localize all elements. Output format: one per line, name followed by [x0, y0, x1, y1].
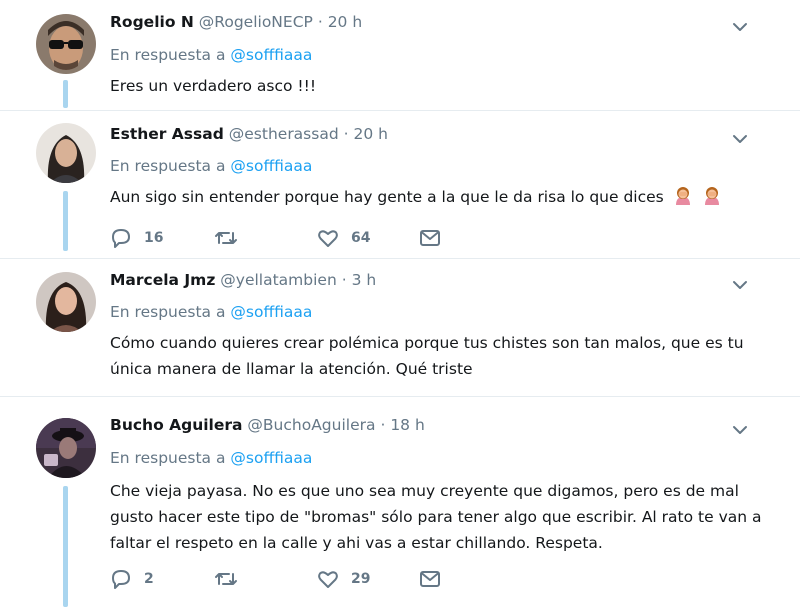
- retweet-action[interactable]: [214, 567, 238, 591]
- tweet-rogelio[interactable]: Rogelio N @RogelioNECP · 20 h En respues…: [0, 0, 800, 110]
- tweet-header: Marcela Jmz @yellatambien · 3 h: [110, 269, 376, 291]
- reply-context: En respuesta a @sofffiaaa: [110, 447, 312, 469]
- separator-dot: ·: [341, 271, 347, 289]
- avatar[interactable]: [36, 272, 96, 332]
- retweet-action[interactable]: [214, 226, 238, 250]
- like-action[interactable]: 64: [317, 226, 370, 250]
- avatar[interactable]: [36, 123, 96, 183]
- tweet-header: Bucho Aguilera @BuchoAguilera · 18 h: [110, 414, 425, 436]
- reply-prefix: En respuesta a: [110, 449, 226, 467]
- separator-dot: ·: [317, 13, 323, 31]
- display-name[interactable]: Esther Assad: [110, 125, 224, 143]
- reply-action[interactable]: 2: [110, 567, 154, 591]
- tweet-text-row: Aun sigo sin entender porque hay gente a…: [110, 184, 770, 210]
- reply-mention-link[interactable]: @sofffiaaa: [230, 303, 312, 321]
- envelope-icon[interactable]: [419, 568, 441, 590]
- reply-timeline: Rogelio N @RogelioNECP · 20 h En respues…: [0, 0, 800, 607]
- reply-context: En respuesta a @sofffiaaa: [110, 44, 312, 66]
- tweet-text: Cómo cuando quieres crear polémica porqu…: [110, 334, 744, 378]
- timestamp[interactable]: 18 h: [390, 416, 424, 434]
- reply-prefix: En respuesta a: [110, 303, 226, 321]
- reply-mention-link[interactable]: @sofffiaaa: [230, 449, 312, 467]
- timestamp[interactable]: 20 h: [354, 125, 388, 143]
- separator-dot: ·: [380, 416, 386, 434]
- reply-count: 16: [144, 230, 164, 246]
- chevron-down-icon[interactable]: [730, 20, 750, 34]
- woman-facepalming-emoji: [675, 187, 690, 205]
- avatar-marcela-image: [36, 272, 96, 332]
- reply-prefix: En respuesta a: [110, 46, 226, 64]
- thread-line: [63, 80, 68, 108]
- heart-icon[interactable]: [317, 227, 339, 249]
- avatar-rogelio-image: [36, 14, 96, 74]
- reply-context: En respuesta a @sofffiaaa: [110, 301, 312, 323]
- avatar-esther-image: [36, 123, 96, 183]
- display-name[interactable]: Rogelio N: [110, 13, 194, 31]
- reply-prefix: En respuesta a: [110, 157, 226, 175]
- tweet-esther[interactable]: Esther Assad @estherassad · 20 h En resp…: [0, 110, 800, 259]
- user-handle[interactable]: @estherassad: [229, 125, 339, 143]
- avatar[interactable]: [36, 418, 96, 478]
- display-name[interactable]: Bucho Aguilera: [110, 416, 242, 434]
- woman-facepalming-emoji: [704, 187, 719, 205]
- avatar[interactable]: [36, 14, 96, 74]
- message-action[interactable]: [419, 226, 441, 250]
- chevron-down-icon[interactable]: [730, 423, 750, 437]
- tweet-marcela[interactable]: Marcela Jmz @yellatambien · 3 h En respu…: [0, 258, 800, 397]
- tweet-text: Che vieja payasa. No es que uno sea muy …: [110, 482, 762, 552]
- heart-icon[interactable]: [317, 568, 339, 590]
- user-handle[interactable]: @RogelioNECP: [199, 13, 313, 31]
- user-handle[interactable]: @yellatambien: [220, 271, 337, 289]
- retweet-icon[interactable]: [214, 568, 238, 590]
- reply-action[interactable]: 16: [110, 226, 163, 250]
- thread-line: [63, 191, 68, 251]
- tweet-text: Eres un verdadero asco !!!: [110, 77, 317, 95]
- like-count: 64: [351, 230, 371, 246]
- like-action[interactable]: 29: [317, 567, 370, 591]
- tweet-header: Esther Assad @estherassad · 20 h: [110, 123, 388, 145]
- separator-dot: ·: [343, 125, 349, 143]
- like-count: 29: [351, 571, 371, 587]
- timestamp[interactable]: 3 h: [352, 271, 377, 289]
- message-action[interactable]: [419, 567, 441, 591]
- tweet-bucho[interactable]: Bucho Aguilera @BuchoAguilera · 18 h En …: [0, 396, 800, 607]
- thread-line: [63, 486, 68, 607]
- reply-mention-link[interactable]: @sofffiaaa: [230, 46, 312, 64]
- retweet-icon[interactable]: [214, 227, 238, 249]
- avatar-bucho-image: [36, 418, 96, 478]
- envelope-icon[interactable]: [419, 227, 441, 249]
- timestamp[interactable]: 20 h: [328, 13, 362, 31]
- chevron-down-icon[interactable]: [730, 132, 750, 146]
- reply-mention-link[interactable]: @sofffiaaa: [230, 157, 312, 175]
- reply-context: En respuesta a @sofffiaaa: [110, 155, 312, 177]
- tweet-text: Aun sigo sin entender porque hay gente a…: [110, 188, 664, 206]
- reply-icon[interactable]: [110, 227, 132, 249]
- tweet-header: Rogelio N @RogelioNECP · 20 h: [110, 11, 362, 33]
- user-handle[interactable]: @BuchoAguilera: [247, 416, 375, 434]
- chevron-down-icon[interactable]: [730, 278, 750, 292]
- reply-count: 2: [144, 571, 154, 587]
- display-name[interactable]: Marcela Jmz: [110, 271, 215, 289]
- reply-icon[interactable]: [110, 568, 132, 590]
